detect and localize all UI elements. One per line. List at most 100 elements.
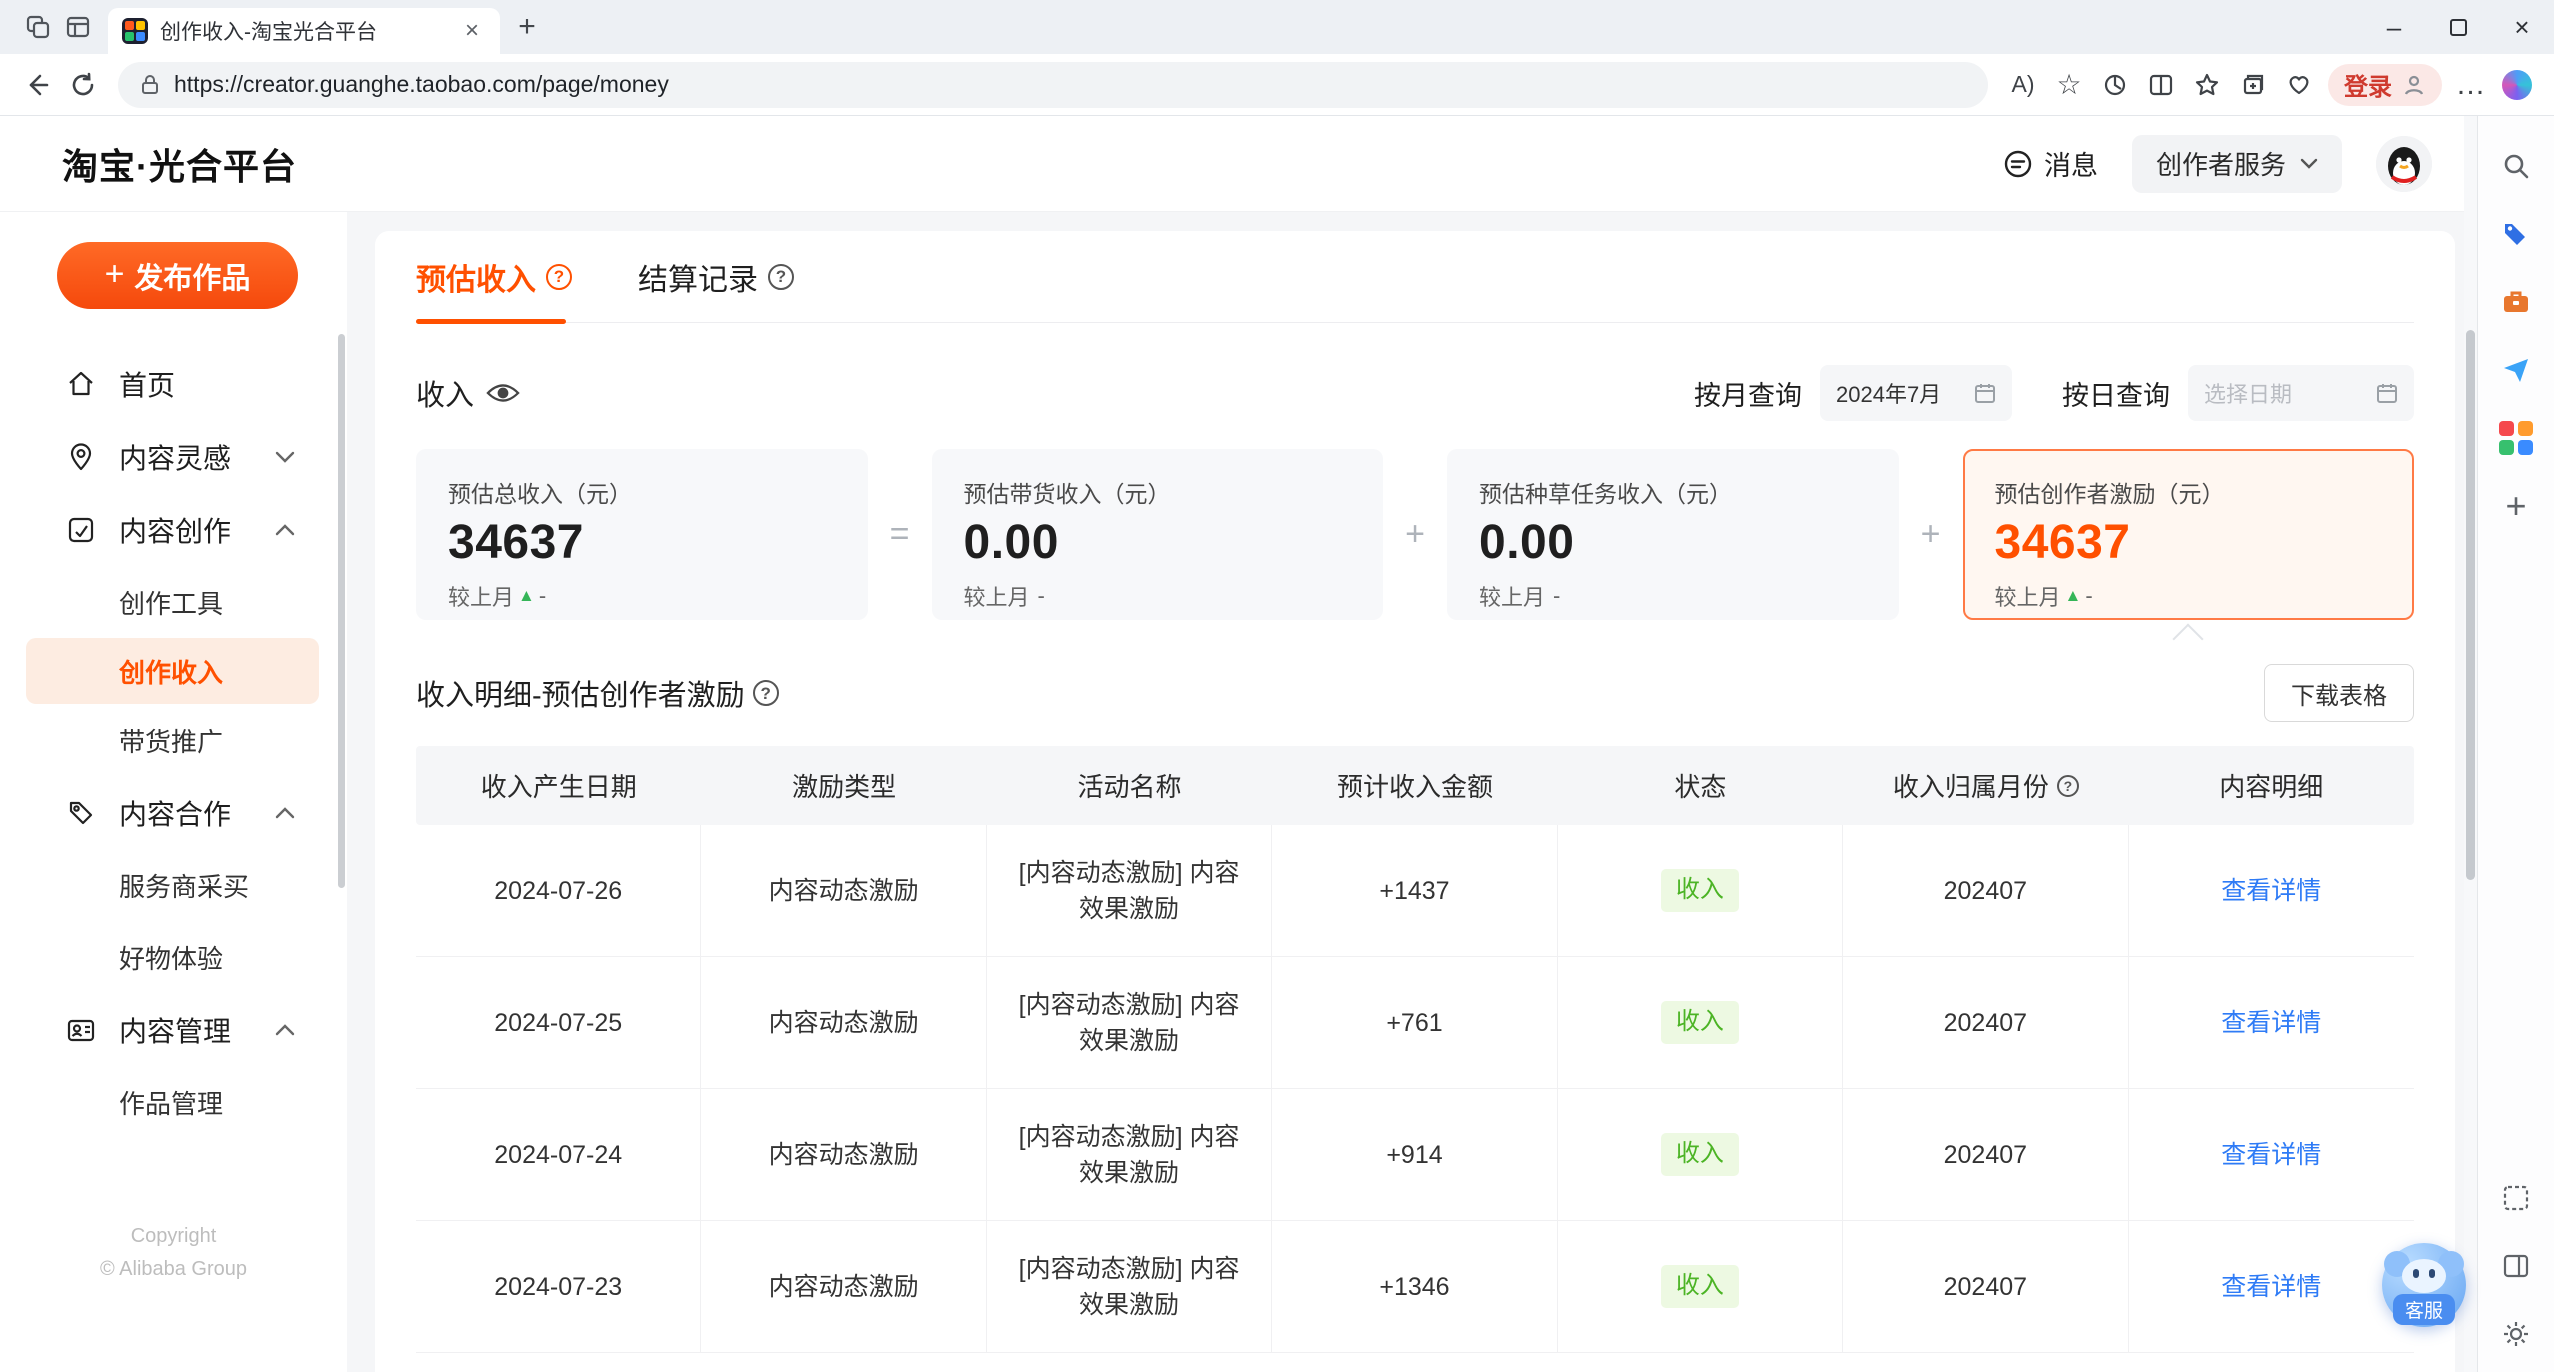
- cell-amount: +1437: [1272, 825, 1558, 956]
- site-info-lock-icon[interactable]: [140, 74, 160, 96]
- sidebar-item-label: 好物体验: [119, 943, 224, 974]
- sidebar-item-product-trial[interactable]: 好物体验: [0, 921, 347, 993]
- chevron-up-icon: [275, 523, 295, 536]
- scrollbar-thumb[interactable]: [2466, 330, 2475, 880]
- equals-operator: =: [889, 515, 910, 553]
- settings-gear-icon[interactable]: [2496, 1314, 2536, 1354]
- table-header-row: 收入产生日期 激励类型 活动名称 预计收入金额 状态 收入归属月份 ? 内容明细: [416, 746, 2414, 825]
- sidebar-search-icon[interactable]: [2496, 146, 2536, 186]
- split-screen-icon[interactable]: [2138, 62, 2184, 108]
- site-logo[interactable]: 淘宝·光合平台: [62, 138, 297, 190]
- tools-icon[interactable]: [2496, 282, 2536, 322]
- eye-icon[interactable]: [486, 382, 520, 404]
- tab-settlement-records[interactable]: 结算记录 ?: [638, 255, 794, 299]
- customer-service-widget[interactable]: 客服: [2382, 1243, 2466, 1327]
- sidebar-item-works-management[interactable]: 作品管理: [0, 1066, 347, 1138]
- collections-icon[interactable]: [2230, 62, 2276, 108]
- table-row: 2024-07-23 内容动态激励 [内容动态激励] 内容效果激励 +1346 …: [416, 1221, 2414, 1353]
- cell-status: 收入: [1558, 957, 1844, 1088]
- sidebar-item-label: 内容合作: [119, 798, 232, 830]
- site-header: 淘宝·光合平台 消息 创作者服务: [0, 116, 2464, 212]
- cell-status: 收入: [1558, 825, 1844, 956]
- page-scrollbar[interactable]: [2464, 116, 2477, 1372]
- stat-card-total-income[interactable]: 预估总收入（元） 34637 较上月 ▲ -: [416, 449, 868, 620]
- cell-amount: +1346: [1272, 1221, 1558, 1352]
- stat-card-creator-incentive[interactable]: 预估创作者激励（元） 34637 较上月 ▲ -: [1962, 449, 2414, 620]
- messages-button[interactable]: 消息: [2002, 144, 2098, 183]
- screenshot-icon[interactable]: [2496, 1178, 2536, 1218]
- table-row: 2024-07-24 内容动态激励 [内容动态激励] 内容效果激励 +914 收…: [416, 1089, 2414, 1221]
- apps-icon[interactable]: [2496, 418, 2536, 458]
- tab-estimated-income[interactable]: 预估收入 ?: [416, 255, 572, 299]
- column-header: 收入归属月份 ?: [1843, 746, 2128, 825]
- column-header: 预计收入金额: [1336, 772, 1493, 802]
- help-icon[interactable]: ?: [768, 263, 794, 290]
- publish-work-button[interactable]: + 发布作品: [57, 242, 298, 309]
- tab-strip: 创作收入-淘宝光合平台 × + – ×: [0, 0, 2554, 54]
- month-picker[interactable]: 2024年7月: [1820, 365, 2012, 421]
- day-picker[interactable]: 选择日期: [2188, 365, 2414, 421]
- column-header: 收入产生日期: [480, 772, 637, 802]
- refresh-icon[interactable]: [60, 62, 106, 108]
- read-aloud-icon[interactable]: A): [2000, 62, 2046, 108]
- customer-service-label: 客服: [2392, 1294, 2456, 1325]
- view-details-link[interactable]: 查看详情: [2221, 873, 2321, 909]
- cell-month: 202407: [1843, 1221, 2129, 1352]
- view-details-link[interactable]: 查看详情: [2221, 1137, 2321, 1173]
- sidebar-item-inspiration[interactable]: 内容灵感: [0, 420, 347, 493]
- sidebar-item-creation-tools[interactable]: 创作工具: [0, 566, 347, 638]
- browser-essentials-icon[interactable]: [2276, 62, 2322, 108]
- send-icon[interactable]: [2496, 350, 2536, 390]
- view-details-link[interactable]: 查看详情: [2221, 1269, 2321, 1305]
- extensions-icon[interactable]: [2092, 62, 2138, 108]
- sidebar-item-content-cooperation[interactable]: 内容合作: [0, 776, 347, 849]
- split-view-icon[interactable]: [2496, 1246, 2536, 1286]
- help-icon[interactable]: ?: [752, 680, 779, 706]
- selected-card-caret: [2172, 623, 2204, 655]
- help-icon[interactable]: ?: [2056, 774, 2079, 797]
- cell-type: 内容动态激励: [701, 1089, 987, 1220]
- plus-operator: +: [1920, 515, 1941, 553]
- stat-card-sales-income[interactable]: 预估带货收入（元） 0.00 较上月 -: [931, 449, 1383, 620]
- creator-service-dropdown[interactable]: 创作者服务: [2131, 134, 2342, 193]
- sidebar-scrollbar[interactable]: [338, 334, 345, 888]
- sidebar-item-creation-income[interactable]: 创作收入: [26, 638, 319, 704]
- sidebar-item-content-creation[interactable]: 内容创作: [0, 493, 347, 566]
- cell-activity: [内容动态激励] 内容效果激励: [987, 825, 1273, 956]
- new-tab-button[interactable]: +: [506, 6, 548, 48]
- income-section-title: 收入: [416, 372, 520, 414]
- favorites-bar-icon[interactable]: [2184, 62, 2230, 108]
- sidebar-item-content-management[interactable]: 内容管理: [0, 993, 347, 1066]
- minimize-button[interactable]: –: [2362, 0, 2426, 54]
- copilot-icon[interactable]: [2494, 62, 2540, 108]
- main-content: 预估收入 ? 结算记录 ? 收入 按月查询 2024年7月 按日查询 选择日期 …: [347, 212, 2464, 1372]
- vertical-tabs-icon[interactable]: [58, 7, 98, 47]
- status-badge: 收入: [1660, 1133, 1739, 1176]
- download-table-button[interactable]: 下载表格: [2264, 664, 2414, 722]
- url-text[interactable]: https://creator.guanghe.taobao.com/page/…: [174, 71, 669, 98]
- messages-label: 消息: [2043, 151, 2098, 181]
- tab-close-icon[interactable]: ×: [458, 17, 486, 45]
- close-button[interactable]: ×: [2490, 0, 2554, 54]
- login-button[interactable]: 登录: [2328, 63, 2442, 106]
- stat-card-task-income[interactable]: 预估种草任务收入（元） 0.00 较上月 -: [1447, 449, 1899, 620]
- shopping-icon[interactable]: [2496, 214, 2536, 254]
- add-sidebar-item-icon[interactable]: +: [2496, 485, 2536, 526]
- address-bar[interactable]: https://creator.guanghe.taobao.com/page/…: [118, 61, 1988, 108]
- user-avatar[interactable]: [2376, 135, 2432, 192]
- cell-detail: 查看详情: [2129, 1221, 2414, 1352]
- sidebar-item-service-purchase[interactable]: 服务商采买: [0, 849, 347, 921]
- back-icon[interactable]: [14, 62, 60, 108]
- help-icon[interactable]: ?: [546, 263, 572, 290]
- view-details-link[interactable]: 查看详情: [2221, 1005, 2321, 1041]
- sidebar-item-label: 首页: [119, 369, 176, 401]
- sidebar-item-promotion[interactable]: 带货推广: [0, 704, 347, 776]
- cell-month: 202407: [1843, 957, 2129, 1088]
- favorite-star-icon[interactable]: ☆: [2046, 62, 2092, 108]
- workspaces-icon[interactable]: [18, 7, 58, 47]
- settings-more-icon[interactable]: …: [2448, 62, 2494, 108]
- maximize-button[interactable]: [2426, 0, 2490, 54]
- sidebar-item-home[interactable]: 首页: [0, 347, 347, 420]
- browser-tab[interactable]: 创作收入-淘宝光合平台 ×: [108, 8, 500, 54]
- cell-detail: 查看详情: [2129, 825, 2414, 956]
